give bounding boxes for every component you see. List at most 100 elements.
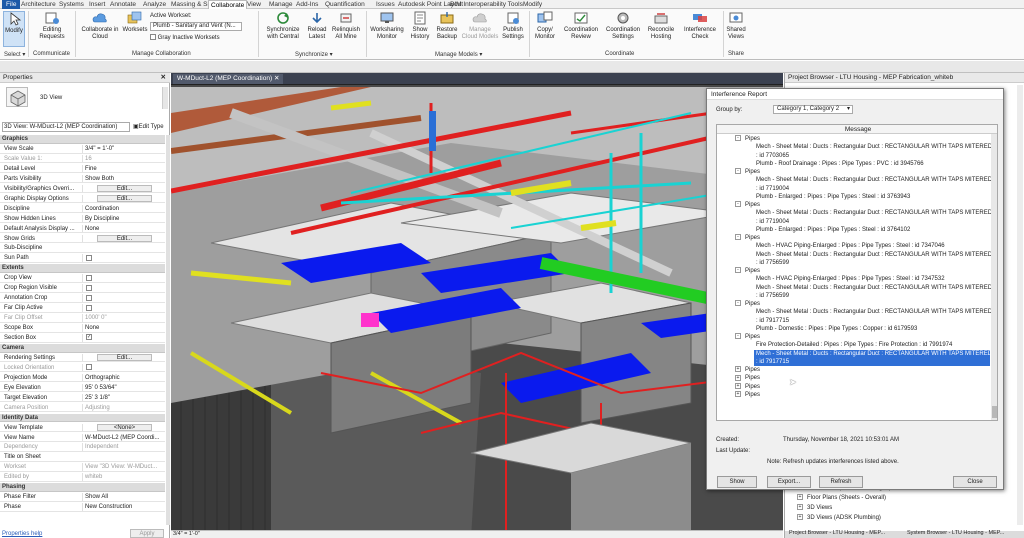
restore-backup-button[interactable]: Restore Backup [433,11,461,40]
manage-cloud-models-button[interactable]: Manage Cloud Models [461,11,499,40]
close-button[interactable]: Close [953,476,997,488]
tab-collaborate[interactable]: Collaborate [208,0,248,9]
tab-add-ins[interactable]: Add-Ins [296,0,318,9]
tree-element-row[interactable]: : id 7719004 [717,185,997,193]
copy-monitor-button[interactable]: Copy/ Monitor [531,11,559,40]
prop-value[interactable]: Fine [82,164,164,173]
tree-group-row[interactable]: + Pipes [717,374,997,382]
reconcile-hosting-button[interactable]: Reconcile Hosting [645,11,677,40]
tab-insert[interactable]: Insert [89,0,105,9]
prop-checkbox[interactable] [86,284,92,291]
tree-element-row[interactable]: Mech - Sheet Metal : Ducts : Rectangular… [717,176,997,184]
reload-latest-button[interactable]: Reload Latest [304,11,330,40]
prop-value[interactable]: None [82,224,164,233]
worksharing-monitor-button[interactable]: Worksharing Monitor [368,11,406,40]
prop-value[interactable]: Independent [82,443,164,452]
instance-selector[interactable]: 3D View: W-MDuct-L2 (MEP Coordination) [2,122,130,132]
prop-value[interactable]: Edit... [82,234,164,243]
browser-item[interactable]: +3D Views [797,504,832,512]
manage-models-group-label[interactable]: Manage Models ▾ [435,51,482,58]
tree-scrollbar[interactable] [991,134,997,420]
properties-scrollbar[interactable] [166,135,170,525]
active-workset-select[interactable]: Plumb - Sanitary and Vent (N... [150,22,242,31]
group-by-select[interactable]: Category 1, Category 2 ▾ [773,105,853,114]
tree-element-row[interactable]: Plumb - Enlarged : Pipes : Pipe Types : … [717,193,997,201]
tab-systems[interactable]: Systems [59,0,84,9]
prop-value[interactable] [82,363,164,372]
tree-element-row[interactable]: Mech - HVAC Piping-Enlarged : Pipes : Pi… [717,242,997,250]
collapse-icon[interactable]: - [735,267,741,274]
prop-value[interactable] [82,284,164,292]
tree-element-row[interactable]: Mech - HVAC Piping-Enlarged : Pipes : Pi… [717,275,997,283]
prop-value[interactable]: By Discipline [82,214,164,223]
tree-element-row[interactable]: : id 7917715 [754,357,990,366]
tree-element-row[interactable]: Mech - Sheet Metal : Ducts : Rectangular… [717,251,997,259]
tab-analyze[interactable]: Analyze [143,0,166,9]
expand-icon[interactable]: + [797,514,803,521]
prop-section-extents[interactable]: Extents [0,264,165,273]
expand-icon[interactable]: + [735,382,741,389]
browser-item[interactable]: +3D Views (ADSK Plumbing) [797,514,881,522]
show-button[interactable]: Show [717,476,757,488]
expand-icon[interactable]: + [735,391,741,398]
prop-section-phasing[interactable]: Phasing [0,483,165,492]
tab-annotate[interactable]: Annotate [110,0,136,9]
tree-element-row[interactable]: : id 7917715 [717,317,997,325]
properties-help-link[interactable]: Properties help [2,530,42,538]
tree-element-row[interactable]: Mech - Sheet Metal : Ducts : Rectangular… [717,209,997,217]
tab-view[interactable]: View [247,0,261,9]
tab-architecture[interactable]: Architecture [21,0,56,9]
expand-icon[interactable]: + [797,494,803,501]
collaborate-cloud-button[interactable]: Collaborate in Cloud [78,11,122,40]
prop-checkbox[interactable] [86,304,92,311]
tree-element-row[interactable]: Mech - Sheet Metal : Ducts : Rectangular… [717,284,997,292]
prop-checkbox[interactable] [86,294,92,301]
prop-value[interactable]: Edit... [82,194,164,203]
prop-value[interactable]: 3/4" = 1'-0" [82,144,164,153]
expand-icon[interactable]: + [797,504,803,511]
prop-section-identity-data[interactable]: Identity Data [0,413,165,423]
prop-value[interactable]: 25' 3 1/8" [82,393,164,402]
sync-central-button[interactable]: Synchronize with Central [262,11,304,40]
coordination-review-button[interactable]: Coordination Review [561,11,601,40]
synchronize-group-label[interactable]: Synchronize ▾ [295,51,333,58]
prop-value[interactable]: whiteb [82,473,164,481]
prop-section-camera[interactable]: Camera [0,343,165,353]
prop-checkbox[interactable]: ✓ [86,334,92,341]
prop-value[interactable]: W-MDuct-L2 (MEP Coordi... [82,433,164,442]
tab-file[interactable]: File [2,0,21,9]
prop-value[interactable]: View "3D View: W-MDuct... [82,463,164,471]
view-tab-active[interactable]: W-MDuct-L2 (MEP Coordination) ✕ [173,74,284,84]
browser-scrollbar[interactable] [1017,85,1023,525]
prop-value[interactable]: Coordination [82,204,164,213]
prop-checkbox[interactable] [86,254,92,261]
prop-value[interactable]: 16 [82,154,164,163]
edit-type-button[interactable]: ▣Edit Type [133,123,164,131]
tab-manage[interactable]: Manage [269,0,293,9]
prop-edit-button[interactable]: Edit... [97,353,152,362]
select-group-label[interactable]: Select ▾ [4,51,25,58]
apply-button[interactable]: Apply [130,529,164,538]
tree-group-row[interactable]: - Pipes [717,300,997,308]
prop-value[interactable]: 1000' 0" [82,314,164,322]
tree-group-row[interactable]: - Pipes [717,135,997,143]
prop-value[interactable]: ✓ [82,334,164,342]
tree-group-row[interactable]: - Pipes [717,333,997,341]
tree-element-row[interactable]: Plumb - Roof Drainage : Pipes : Pipe Typ… [717,160,997,168]
prop-value[interactable]: 95' 0 53/64" [82,383,164,392]
prop-edit-button[interactable]: Edit... [97,184,152,193]
editing-requests-button[interactable]: Editing Requests [32,11,72,40]
export-button[interactable]: Export... [767,476,811,488]
prop-value[interactable]: Orthographic [82,373,164,382]
modify-button[interactable]: Modify [3,11,25,47]
type-selector-dropdown[interactable] [162,87,168,109]
tree-element-row[interactable]: Plumb - Enlarged : Pipes : Pipe Types : … [717,226,997,234]
shared-views-button[interactable]: Shared Views [724,11,748,40]
prop-value[interactable]: None [82,324,164,332]
expand-icon[interactable]: + [735,374,741,381]
prop-value[interactable]: Show All [82,493,164,501]
collapse-icon[interactable]: - [735,201,741,208]
interference-check-button[interactable]: Interference Check [679,11,721,40]
prop-edit-button[interactable]: Edit... [97,234,152,243]
prop-value[interactable] [82,254,164,263]
